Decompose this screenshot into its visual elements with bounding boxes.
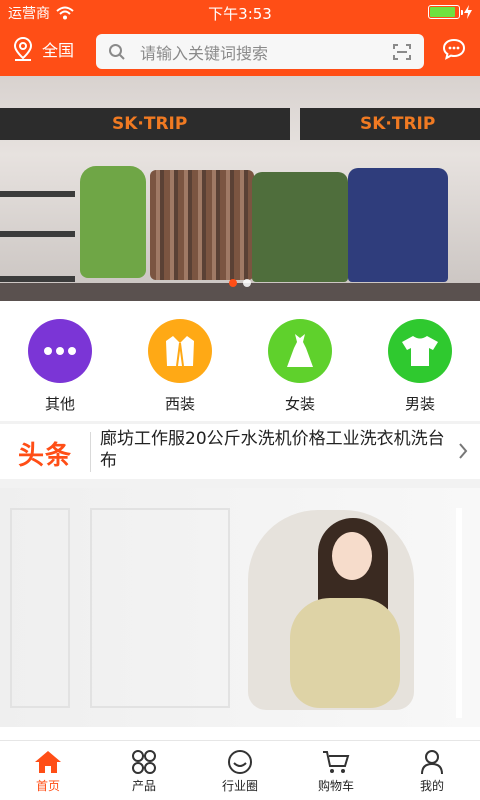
tshirt-icon (388, 319, 452, 383)
promo-banner[interactable]: SK·TRIP SK·TRIP (0, 76, 480, 301)
tab-label: 产品 (131, 779, 156, 793)
category-label: 西装 (164, 395, 195, 413)
category-men[interactable]: 男装 (360, 301, 480, 421)
tab-home[interactable]: 首页 (0, 741, 96, 800)
shelf (0, 191, 75, 197)
wall-panel (10, 508, 70, 708)
green-jacket-image (252, 172, 348, 282)
carousel-dot-active[interactable] (229, 279, 237, 287)
message-icon[interactable] (442, 38, 466, 60)
status-bar: 运营商 下午3:53 (0, 0, 480, 24)
search-icon (109, 43, 125, 60)
headline-tag: 头条 (18, 441, 73, 471)
model-face-image (332, 532, 372, 580)
battery-level (430, 7, 455, 17)
wall-panel (90, 508, 230, 708)
news-headline[interactable]: 廊坊工作服20公斤水洗机价格工业洗衣机洗台布 (100, 428, 452, 472)
search-bar[interactable]: 请输入关键词搜索 (96, 34, 424, 69)
chevron-right-icon[interactable] (458, 442, 468, 460)
model-dress-image (290, 598, 400, 708)
home-icon (35, 751, 61, 773)
category-label: 男装 (404, 395, 435, 413)
brand-text-2: SK·TRIP (360, 114, 436, 134)
status-time: 下午3:53 (208, 5, 272, 23)
search-input[interactable]: 请输入关键词搜索 (140, 40, 392, 64)
category-label: 其他 (44, 395, 75, 413)
dress-icon (268, 319, 332, 383)
top-header: 运营商 下午3:53 全国 请输入关键词搜索 (0, 0, 480, 76)
tab-label: 购物车 (317, 779, 354, 793)
plaid-shirt-image (150, 170, 254, 280)
tab-me[interactable]: 我的 (384, 741, 480, 800)
category-women[interactable]: 女装 (240, 301, 360, 421)
shelf (0, 231, 75, 237)
grid-icon (132, 750, 156, 774)
news-separator (90, 432, 91, 472)
cart-icon (323, 751, 350, 773)
location-selector[interactable]: 全国 (12, 36, 74, 62)
charging-icon (464, 5, 472, 19)
category-other[interactable]: 其他 (0, 301, 120, 421)
tab-products[interactable]: 产品 (96, 741, 192, 800)
user-icon (421, 750, 443, 775)
location-pin-icon (13, 36, 33, 61)
category-suit[interactable]: 西装 (120, 301, 240, 421)
category-row: 其他 西装 女装 男装 (0, 301, 480, 421)
section-divider (0, 479, 480, 488)
tab-industry-circle[interactable]: 行业圈 (192, 741, 288, 800)
carousel-dot[interactable] (243, 279, 251, 287)
suit-icon (148, 319, 212, 383)
location-label: 全国 (42, 41, 75, 60)
battery-icon (428, 5, 463, 19)
carousel-dots (0, 279, 480, 287)
category-label: 女装 (284, 395, 315, 413)
floor-lamp-image (456, 508, 462, 718)
smile-icon (228, 750, 252, 774)
feature-banner[interactable] (0, 488, 480, 727)
tab-label: 我的 (419, 779, 444, 793)
nav-bar: 全国 请输入关键词搜索 (0, 26, 480, 76)
backpack-image (80, 166, 146, 278)
tab-label: 首页 (35, 779, 60, 793)
scan-icon[interactable] (392, 43, 412, 61)
blue-jacket-image (348, 168, 448, 282)
tab-cart[interactable]: 购物车 (288, 741, 384, 800)
brand-text: SK·TRIP (112, 114, 188, 134)
tab-label: 行业圈 (221, 779, 258, 793)
status-right (428, 5, 472, 19)
news-ticker[interactable]: 头条 廊坊工作服20公斤水洗机价格工业洗衣机洗台布 (0, 424, 480, 479)
battery-tip (461, 10, 463, 15)
bottom-tab-bar: 首页 产品 行业圈 购物车 我的 (0, 740, 480, 800)
more-dots-icon (28, 319, 92, 383)
